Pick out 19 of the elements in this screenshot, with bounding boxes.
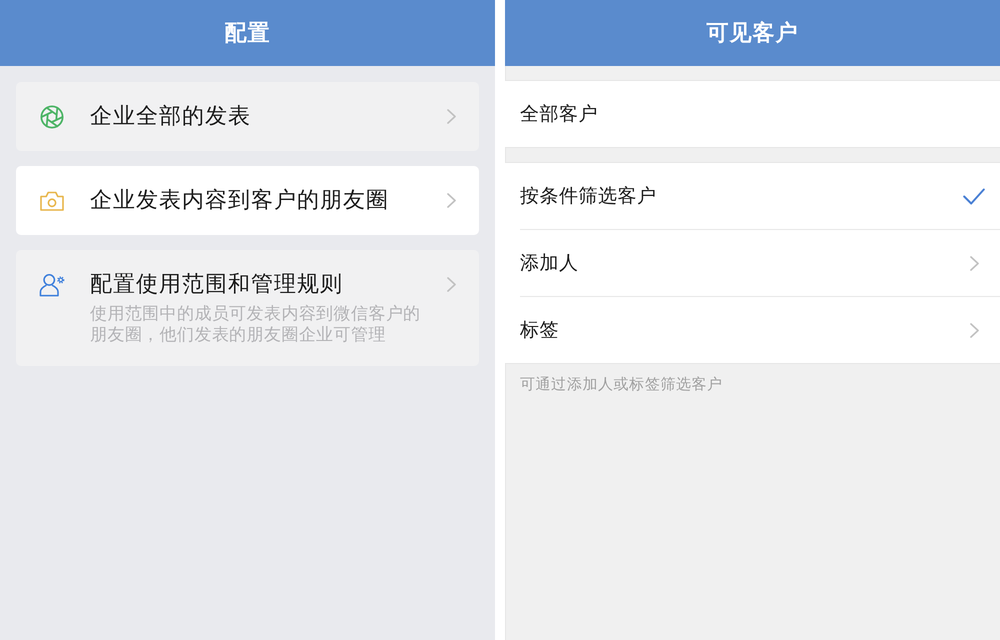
- menu-card[interactable]: 企业全部的发表: [16, 82, 479, 151]
- item-title: 配置使用范围和管理规则: [90, 271, 344, 299]
- aperture-icon: [40, 104, 64, 128]
- check-icon: [963, 188, 985, 204]
- chevron-icon: [970, 256, 978, 270]
- menu-card[interactable]: 企业发表内容到客户的朋友圈: [16, 166, 479, 235]
- chevron-icon: [447, 277, 456, 292]
- person-gear-icon: [39, 272, 65, 296]
- menu-card[interactable]: 配置使用范围和管理规则 使用范围中的成员可发表内容到微信客户的朋友圈，他们发表的朋友圈企业可管理: [16, 250, 479, 366]
- item-description: 使用范围中的成员可发表内容到微信客户的朋友圈，他们发表的朋友圈企业可管理: [90, 304, 422, 346]
- header-title: 配置: [224, 20, 270, 48]
- item-title: 企业全部的发表: [90, 103, 252, 131]
- chevron-icon: [447, 109, 456, 124]
- chevron-icon: [970, 322, 978, 338]
- hint-text: 可通过添加人或标签筛选客户: [519, 374, 724, 395]
- chevron-icon: [447, 193, 456, 208]
- camera-icon: [40, 190, 64, 210]
- item-title: 企业发表内容到客户的朋友圈: [90, 187, 390, 215]
- header-title: 可见客户: [706, 20, 798, 48]
